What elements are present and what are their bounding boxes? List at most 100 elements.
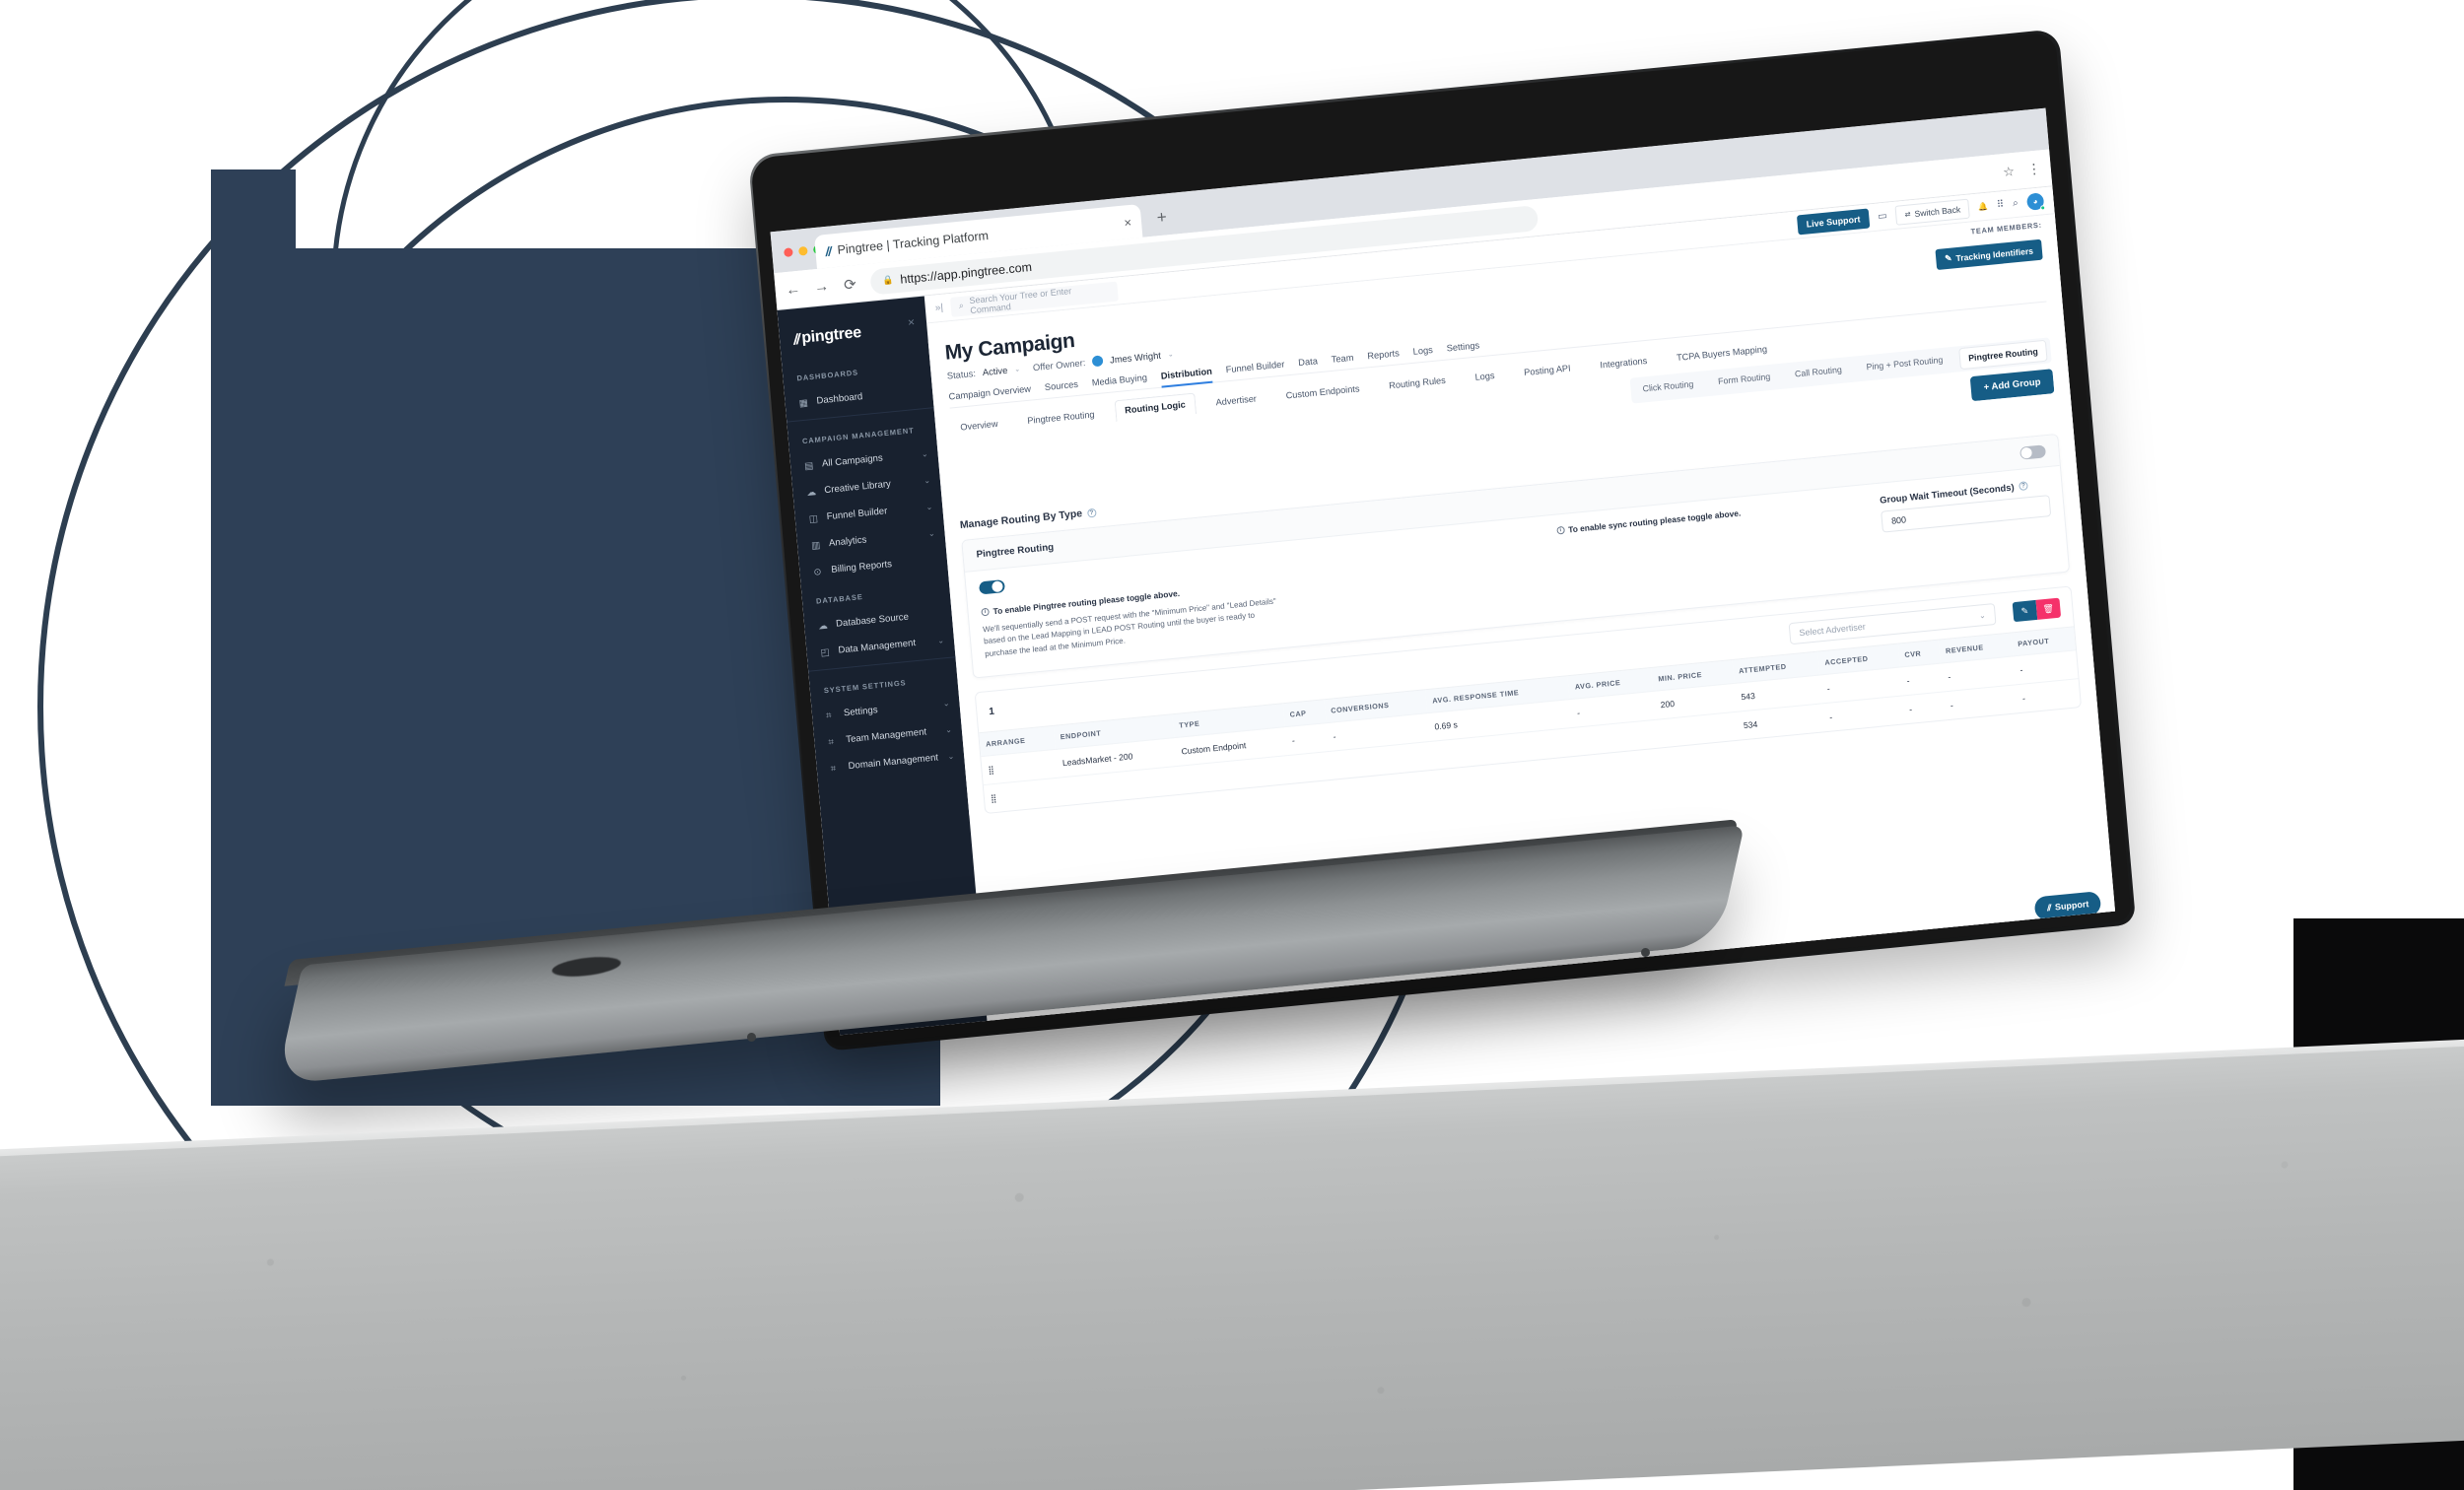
new-tab-icon[interactable]: +	[1156, 207, 1168, 228]
address-bar-url: https://app.pingtree.com	[899, 259, 1033, 287]
status-value: Active	[982, 364, 1008, 378]
pencil-icon: ✎	[1944, 252, 1952, 264]
owner-avatar-icon	[1091, 355, 1104, 368]
inbox-icon[interactable]: ▭	[1878, 211, 1887, 223]
tab-data[interactable]: Data	[1298, 356, 1319, 374]
chevron-down-icon[interactable]: ⌄	[922, 449, 928, 459]
subtab-overview[interactable]: Overview	[951, 413, 1008, 438]
cloud-icon: ☁	[806, 486, 817, 499]
tab-funnel-builder[interactable]: Funnel Builder	[1225, 360, 1285, 382]
tab-sources[interactable]: Sources	[1044, 379, 1078, 399]
tab-logs[interactable]: Logs	[1412, 345, 1434, 364]
sidebar-section-database: DATABASE ☁ Database Source ◰ Data Manage…	[801, 573, 955, 667]
database-icon: ◰	[820, 646, 831, 658]
sidebar-item-label: Funnel Builder	[826, 506, 888, 523]
browser-menu-icon[interactable]: ⋮	[2026, 160, 2041, 177]
subtab-posting-api[interactable]: Posting API	[1514, 358, 1580, 383]
support-button[interactable]: // Support	[2034, 891, 2102, 921]
card-title: Pingtree Routing	[976, 542, 1055, 561]
subtab-pingtree-routing[interactable]: Pingtree Routing	[1018, 404, 1105, 432]
bookmark-star-icon[interactable]: ☆	[2003, 164, 2016, 180]
sidebar-item-label: Billing Reports	[830, 559, 893, 576]
sidebar-logo-word: pingtree	[800, 323, 862, 347]
composition-stage: // Pingtree | Tracking Platform × + ← → …	[0, 0, 2464, 1490]
tab-campaign-overview[interactable]: Campaign Overview	[948, 384, 1032, 409]
search-icon[interactable]: ⌕	[2013, 198, 2019, 210]
live-support-button[interactable]: Live Support	[1796, 207, 1871, 235]
group-number: 1	[988, 706, 995, 717]
owner-value: Jmes Wright	[1109, 349, 1162, 366]
sidebar-section-campaign-management: CAMPAIGN MANAGEMENT ▤ All Campaigns ⌄ ☁ …	[787, 412, 948, 586]
edit-group-button[interactable]: ✎	[2012, 600, 2038, 623]
subtab-integrations[interactable]: Integrations	[1591, 350, 1657, 375]
sidebar-item-label: Database Source	[835, 611, 910, 630]
sidebar-item-label: Data Management	[838, 638, 917, 656]
sliders-icon: ⌗	[830, 762, 837, 775]
cell-cvr: -	[1899, 663, 1944, 697]
tab-distribution[interactable]: Distribution	[1160, 366, 1213, 388]
subtab-tcpa-buyers-mapping[interactable]: TCPA Buyers Mapping	[1667, 338, 1776, 369]
sliders-icon: ⌗	[825, 710, 832, 721]
routing-tab-click[interactable]: Click Routing	[1634, 373, 1702, 401]
close-tab-icon[interactable]: ×	[1124, 214, 1132, 230]
chevron-down-icon[interactable]: ⌄	[1014, 365, 1020, 373]
chevron-down-icon: ⌄	[1978, 610, 1987, 621]
subtab-advertiser[interactable]: Advertiser	[1206, 388, 1266, 414]
subtab-routing-rules[interactable]: Routing Rules	[1379, 370, 1455, 396]
collapse-sidebar-icon[interactable]: »|	[934, 303, 943, 314]
sidebar-close-icon[interactable]: ×	[907, 315, 915, 330]
switch-back-button[interactable]: ⇄ Switch Back	[1894, 198, 1970, 226]
section-title-text: Manage Routing By Type	[959, 508, 1083, 532]
online-status-dot	[2039, 205, 2046, 211]
tab-settings[interactable]: Settings	[1446, 340, 1480, 360]
tab-media-buying[interactable]: Media Buying	[1091, 372, 1148, 394]
pingtree-routing-header-toggle[interactable]	[2019, 444, 2047, 460]
sidebar-logo-slash: //	[792, 330, 800, 349]
chevron-down-icon[interactable]: ⌄	[937, 636, 944, 645]
sidebar-item-label: Settings	[843, 705, 878, 719]
chevron-down-icon[interactable]: ⌄	[945, 725, 952, 735]
chevron-down-icon[interactable]: ⌄	[947, 752, 954, 762]
help-icon[interactable]: ?	[1086, 508, 1097, 518]
sync-routing-hint-text: To enable sync routing please toggle abo…	[1567, 508, 1742, 535]
chevron-down-icon[interactable]: ⌄	[925, 503, 932, 512]
minimize-window-dot[interactable]	[797, 245, 808, 256]
forward-icon[interactable]: →	[813, 278, 830, 296]
drag-handle-icon[interactable]: ⣿	[983, 778, 1061, 814]
add-group-button[interactable]: + Add Group	[1969, 369, 2055, 402]
cell-cap	[1287, 751, 1332, 784]
close-window-dot[interactable]	[784, 247, 793, 258]
switch-back-label: Switch Back	[1914, 203, 1961, 219]
lock-icon: 🔒	[881, 274, 894, 286]
sidebar-item-label: Dashboard	[816, 391, 863, 407]
cloud-icon: ☁	[817, 620, 829, 632]
chevron-down-icon[interactable]: ⌄	[1167, 350, 1174, 359]
help-icon[interactable]: ?	[2019, 481, 2028, 492]
delete-group-button[interactable]: 🗑	[2035, 597, 2062, 621]
pingtree-favicon: //	[824, 243, 832, 259]
routing-tab-form[interactable]: Form Routing	[1709, 366, 1779, 394]
info-icon: i	[981, 607, 990, 617]
apps-grid-icon[interactable]: ⠿	[1996, 199, 2004, 211]
support-label: Support	[2054, 899, 2089, 913]
subtab-custom-endpoints[interactable]: Custom Endpoints	[1276, 377, 1369, 406]
funnel-icon: ◫	[808, 512, 819, 525]
back-icon[interactable]: ←	[785, 281, 801, 299]
chevron-down-icon[interactable]: ⌄	[942, 699, 949, 709]
chevron-down-icon[interactable]: ⌄	[924, 476, 930, 486]
cell-revenue: -	[1943, 684, 2019, 720]
switch-icon: ⇄	[1904, 210, 1911, 219]
routing-tab-call[interactable]: Call Routing	[1786, 359, 1851, 386]
subtab-logs[interactable]: Logs	[1466, 365, 1504, 388]
tracking-identifiers-label: Tracking Identifiers	[1955, 245, 2034, 263]
select-advertiser-placeholder: Select Advertiser	[1799, 621, 1867, 639]
chevron-down-icon[interactable]: ⌄	[928, 529, 935, 539]
avatar[interactable]: ◕	[2025, 192, 2046, 211]
tab-team[interactable]: Team	[1331, 353, 1354, 372]
laptop-foot-left	[746, 1032, 757, 1043]
tab-reports[interactable]: Reports	[1367, 348, 1401, 368]
reload-icon[interactable]: ⟳	[842, 275, 858, 294]
subtab-routing-logic[interactable]: Routing Logic	[1114, 392, 1197, 423]
pingtree-routing-toggle[interactable]	[978, 579, 1005, 595]
bell-icon[interactable]: 🔔	[1978, 202, 1989, 212]
